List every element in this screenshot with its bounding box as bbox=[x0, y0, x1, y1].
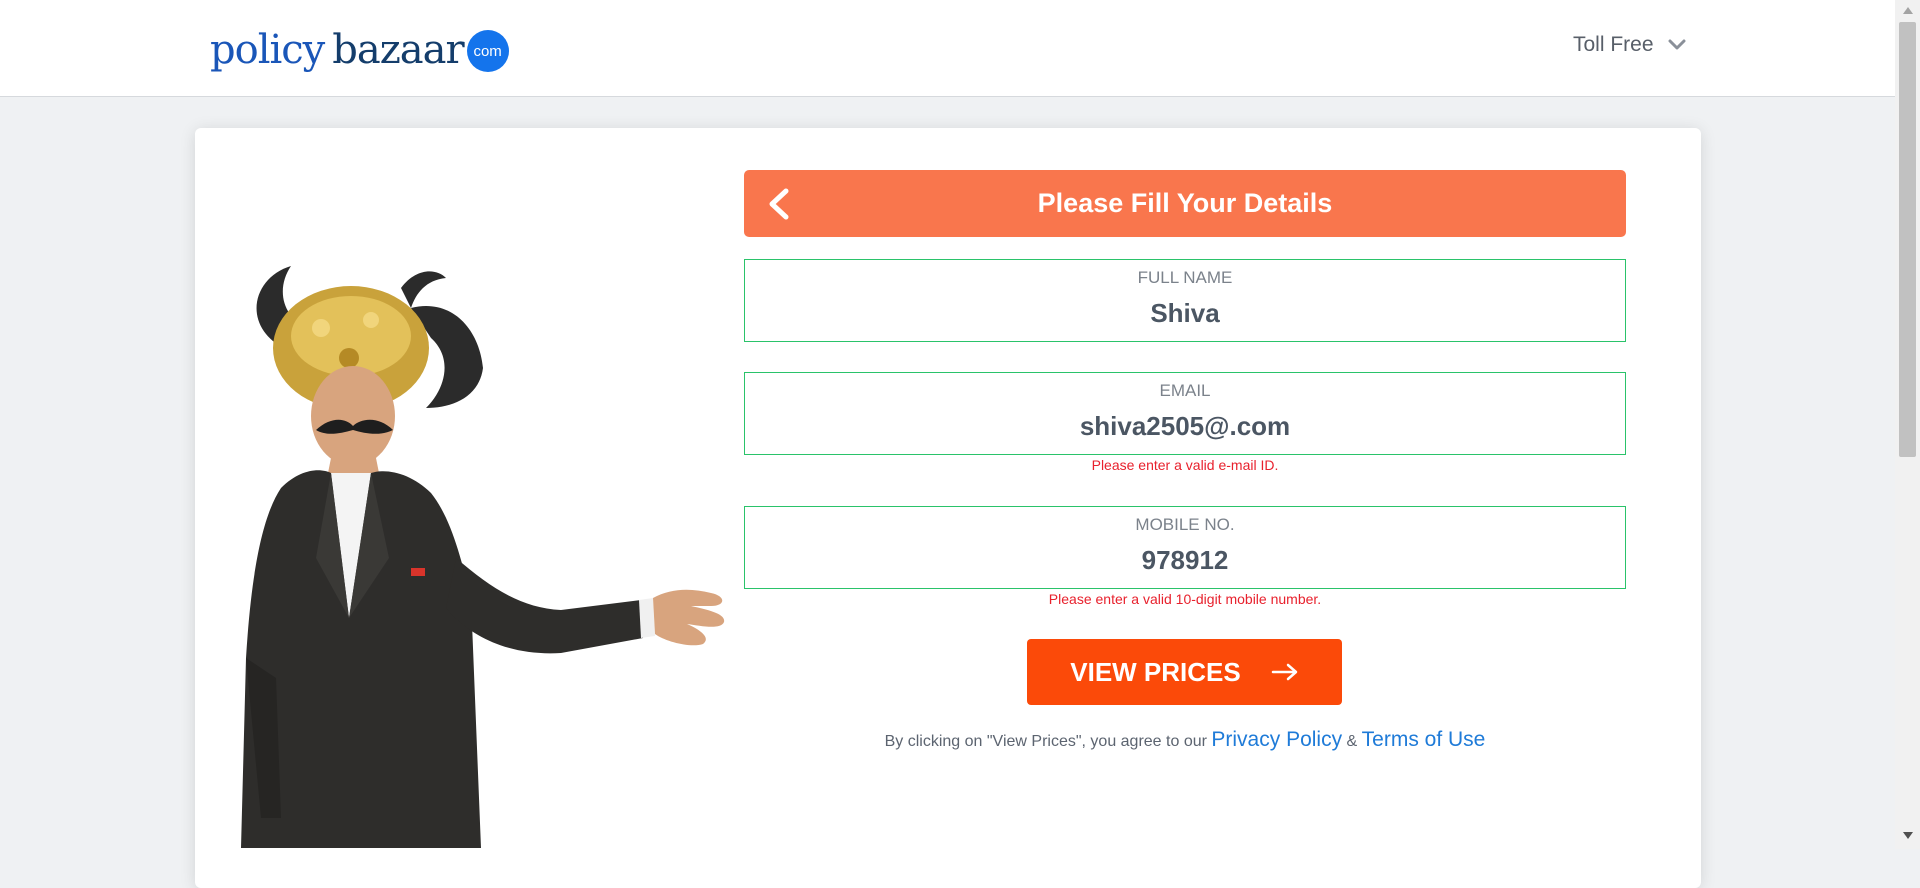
view-prices-button[interactable]: VIEW PRICES bbox=[1027, 639, 1342, 705]
email-field[interactable]: EMAIL bbox=[744, 372, 1626, 455]
chevron-down-icon bbox=[1668, 39, 1686, 50]
mobile-field[interactable]: MOBILE NO. bbox=[744, 506, 1626, 589]
arrow-right-icon bbox=[1271, 663, 1297, 681]
scroll-down-arrow-icon[interactable] bbox=[1903, 832, 1913, 839]
logo-word-bazaar: bazaar bbox=[332, 27, 464, 73]
email-input[interactable] bbox=[745, 407, 1625, 445]
vertical-scrollbar[interactable] bbox=[1895, 0, 1920, 849]
email-error-message: Please enter a valid e-mail ID. bbox=[1091, 457, 1279, 473]
policybazaar-logo[interactable]: policy bazaar com bbox=[210, 25, 509, 75]
terms-notice: By clicking on "View Prices", you agree … bbox=[744, 728, 1626, 752]
mobile-input[interactable] bbox=[745, 541, 1625, 579]
privacy-policy-link[interactable]: Privacy Policy bbox=[1211, 728, 1342, 751]
email-label: EMAIL bbox=[1159, 381, 1211, 400]
mascot-illustration bbox=[241, 266, 725, 848]
full-name-field[interactable]: FULL NAME bbox=[744, 259, 1626, 342]
logo-word-policy: policy bbox=[210, 27, 325, 73]
form-header: Please Fill Your Details bbox=[744, 170, 1626, 237]
chevron-left-icon[interactable] bbox=[764, 187, 794, 221]
terms-ampersand: & bbox=[1346, 733, 1358, 750]
top-header: policy bazaar com Toll Free bbox=[0, 0, 1895, 97]
view-prices-label: VIEW PRICES bbox=[1070, 656, 1241, 687]
full-name-input[interactable] bbox=[745, 294, 1625, 332]
logo-com-badge: com bbox=[466, 30, 509, 72]
toll-free-dropdown[interactable]: Toll Free bbox=[1573, 33, 1686, 57]
mobile-error-message: Please enter a valid 10-digit mobile num… bbox=[1048, 591, 1322, 607]
form-title: Please Fill Your Details bbox=[1037, 188, 1333, 218]
mobile-label: MOBILE NO. bbox=[1135, 515, 1235, 534]
scroll-thumb[interactable] bbox=[1899, 22, 1916, 457]
toll-free-label: Toll Free bbox=[1573, 33, 1654, 56]
full-name-label: FULL NAME bbox=[1137, 268, 1233, 287]
terms-prefix-text: By clicking on "View Prices", you agree … bbox=[884, 733, 1207, 750]
terms-of-use-link[interactable]: Terms of Use bbox=[1362, 728, 1486, 751]
scroll-up-arrow-icon[interactable] bbox=[1903, 7, 1913, 14]
